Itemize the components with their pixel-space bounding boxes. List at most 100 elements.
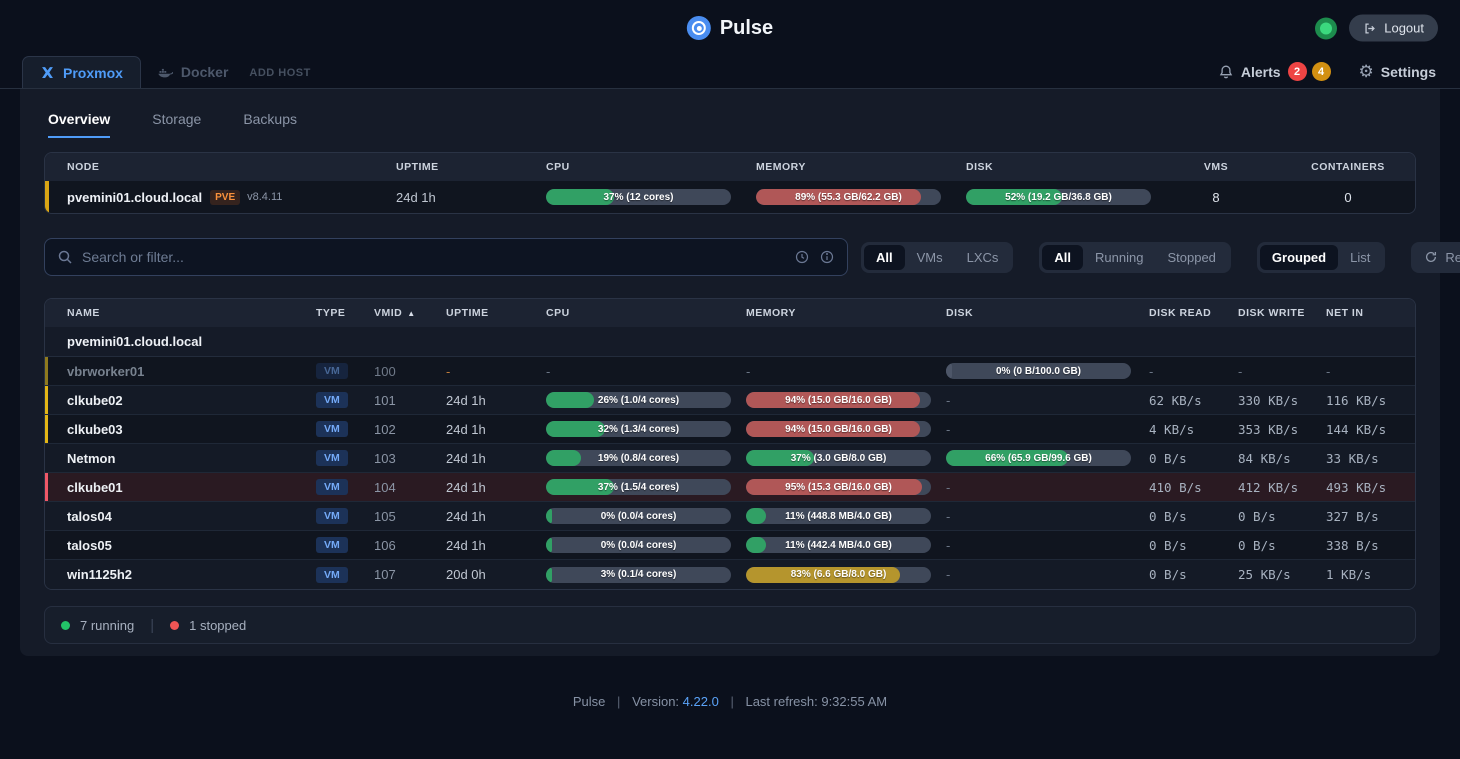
guest-name: talos04 (67, 509, 112, 524)
type-filter-vms[interactable]: VMs (905, 245, 955, 270)
guest-col-header-memory[interactable]: MEMORY (746, 307, 946, 319)
node-row[interactable]: pvemini01.cloud.local PVE v8.4.11 24d 1h… (45, 181, 1415, 213)
guest-row-Netmon[interactable]: NetmonVM10324d 1h19% (0.8/4 cores)37% (3… (45, 444, 1415, 473)
logout-button[interactable]: Logout (1349, 15, 1438, 42)
node-memory-cell: 89% (55.3 GB/62.2 GB) (756, 189, 966, 205)
clock-icon[interactable] (794, 249, 810, 265)
tab-proxmox[interactable]: Proxmox (22, 56, 141, 88)
guest-disk-cell: - (946, 567, 1149, 582)
bell-icon (1218, 64, 1234, 80)
tab-storage[interactable]: Storage (152, 111, 201, 138)
search-box[interactable] (44, 238, 848, 276)
status-filter-all[interactable]: All (1042, 245, 1083, 270)
status-filter-stopped[interactable]: Stopped (1155, 245, 1227, 270)
alert-badge-warning[interactable]: 4 (1312, 62, 1331, 81)
usage-bar: 3% (0.1/4 cores) (546, 567, 731, 583)
health-accent-bar (45, 357, 48, 385)
node-group-row[interactable]: pvemini01.cloud.local (45, 327, 1415, 357)
usage-bar: 0% (0 B/100.0 GB) (946, 363, 1131, 379)
guest-col-header-vmid[interactable]: VMID▲ (374, 307, 446, 319)
footer-separator: | (730, 694, 733, 709)
guest-memory-cell: 83% (6.6 GB/8.0 GB) (746, 567, 946, 583)
node-vm-count: 8 (1212, 190, 1219, 205)
usage-bar: 83% (6.6 GB/8.0 GB) (746, 567, 931, 583)
usage-bar-label: 11% (448.8 MB/4.0 GB) (746, 508, 931, 524)
usage-bar-label: 32% (1.3/4 cores) (546, 421, 731, 437)
guest-disk-read: 4 KB/s (1149, 422, 1194, 437)
guest-net-in: 33 KB/s (1326, 451, 1379, 466)
tab-proxmox-label: Proxmox (63, 65, 123, 81)
info-icon[interactable] (819, 249, 835, 265)
node-container-count: 0 (1344, 190, 1351, 205)
usage-bar-label: 37% (1.5/4 cores) (546, 479, 731, 495)
guest-col-header-cpu[interactable]: CPU (546, 307, 746, 319)
guest-memory-cell: 11% (448.8 MB/4.0 GB) (746, 508, 946, 524)
usage-bar-label: 66% (65.9 GB/99.6 GB) (946, 450, 1131, 466)
connection-status-icon (1315, 17, 1337, 39)
sort-asc-icon: ▲ (407, 309, 415, 318)
stopped-count: 1 stopped (189, 618, 246, 633)
guest-row-vbrworker01[interactable]: vbrworker01VM100---0% (0 B/100.0 GB)--- (45, 357, 1415, 386)
health-accent-bar (45, 473, 48, 501)
guest-col-header-disk[interactable]: DISK (946, 307, 1149, 319)
guest-table: NAMETYPEVMID▲UPTIMECPUMEMORYDISKDISK REA… (44, 298, 1416, 590)
node-name[interactable]: pvemini01.cloud.local (67, 190, 202, 205)
settings-button[interactable]: ⚙ Settings (1359, 63, 1436, 80)
guest-row-win1125h2[interactable]: win1125h2VM10720d 0h3% (0.1/4 cores)83% … (45, 560, 1415, 589)
top-header: Pulse Logout (0, 0, 1460, 56)
guest-vmid: 101 (374, 393, 396, 408)
guest-uptime: 24d 1h (446, 393, 486, 408)
guest-uptime: - (446, 364, 450, 379)
guest-row-talos05[interactable]: talos05VM10624d 1h0% (0.0/4 cores)11% (4… (45, 531, 1415, 560)
gear-icon: ⚙ (1359, 63, 1374, 80)
docker-icon (158, 65, 173, 80)
guest-col-header-type[interactable]: TYPE (316, 307, 374, 319)
guest-net-in: 327 B/s (1326, 509, 1379, 524)
usage-bar-label: 3% (0.1/4 cores) (546, 567, 731, 583)
node-col-node: NODE (45, 161, 396, 173)
tab-overview[interactable]: Overview (48, 111, 110, 138)
search-input[interactable] (82, 249, 785, 265)
footer-version-link[interactable]: 4.22.0 (683, 694, 719, 709)
guest-net-in: 338 B/s (1326, 538, 1379, 553)
guest-name: clkube03 (67, 422, 123, 437)
guest-disk-write: 0 B/s (1238, 509, 1276, 524)
guest-col-header-name[interactable]: NAME (45, 307, 316, 319)
guest-row-clkube01[interactable]: clkube01VM10424d 1h37% (1.5/4 cores)95% … (45, 473, 1415, 502)
guest-name: clkube02 (67, 393, 123, 408)
guest-type-badge: VM (316, 537, 348, 553)
status-filter-running[interactable]: Running (1083, 245, 1155, 270)
alerts-label: Alerts (1241, 64, 1281, 80)
app-title: Pulse (720, 17, 773, 40)
guest-col-header-disk-write[interactable]: DISK WRITE (1238, 307, 1326, 319)
guest-disk-cell-empty: - (946, 393, 950, 408)
node-col-cpu: CPU (546, 161, 756, 173)
pve-badge: PVE (210, 190, 240, 205)
refresh-icon (1424, 250, 1438, 264)
guest-row-clkube02[interactable]: clkube02VM10124d 1h26% (1.0/4 cores)94% … (45, 386, 1415, 415)
guest-disk-read: 62 KB/s (1149, 393, 1202, 408)
guest-col-header-uptime[interactable]: UPTIME (446, 307, 546, 319)
search-icon (57, 249, 73, 265)
guest-type-badge: VM (316, 567, 348, 583)
type-filter-lxcs[interactable]: LXCs (955, 245, 1011, 270)
tab-docker[interactable]: Docker (141, 56, 245, 88)
tab-backups[interactable]: Backups (243, 111, 297, 138)
view-mode-list[interactable]: List (1338, 245, 1382, 270)
reset-button[interactable]: Reset (1411, 242, 1460, 273)
guest-row-clkube03[interactable]: clkube03VM10224d 1h32% (1.3/4 cores)94% … (45, 415, 1415, 444)
pulse-logo-icon (687, 16, 711, 40)
health-accent-bar (45, 415, 48, 443)
view-mode-grouped[interactable]: Grouped (1260, 245, 1338, 270)
usage-bar: 89% (55.3 GB/62.2 GB) (756, 189, 941, 205)
add-host-button[interactable]: ADD HOST (249, 67, 310, 79)
guest-memory-cell: 94% (15.0 GB/16.0 GB) (746, 421, 946, 437)
alerts-button[interactable]: Alerts 2 4 (1218, 62, 1331, 81)
type-filter-all[interactable]: All (864, 245, 905, 270)
guest-col-header-net-in[interactable]: NET IN (1326, 307, 1415, 319)
guest-row-talos04[interactable]: talos04VM10524d 1h0% (0.0/4 cores)11% (4… (45, 502, 1415, 531)
footer-version-label: Version: (632, 694, 679, 709)
guest-cpu-cell: 0% (0.0/4 cores) (546, 537, 746, 553)
guest-col-header-disk-read[interactable]: DISK READ (1149, 307, 1238, 319)
alert-badge-critical[interactable]: 2 (1288, 62, 1307, 81)
